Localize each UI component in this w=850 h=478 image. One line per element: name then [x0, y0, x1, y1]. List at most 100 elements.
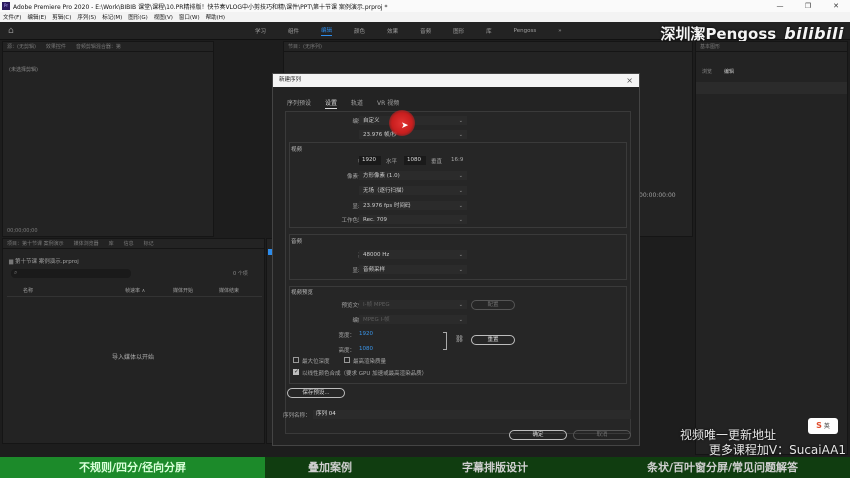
chevron-down-icon: ⌄	[458, 252, 463, 258]
display-format-dropdown[interactable]: 23.976 fps 时间码 ⌄	[359, 201, 467, 210]
linear-color-checkbox[interactable]	[293, 368, 299, 375]
folder-icon: ▆	[9, 259, 14, 265]
max-bit-depth-checkbox[interactable]	[293, 357, 299, 363]
menu-file[interactable]: 文件(F)	[3, 13, 21, 21]
tab-source[interactable]: 源：(无剪辑)	[7, 43, 36, 50]
chain-link-icon[interactable]: ⛓	[455, 335, 464, 343]
video-section-title: 视频	[291, 147, 303, 153]
bilibili-logo: bilibili	[784, 23, 844, 43]
tab-effect-controls[interactable]: 效果控件	[46, 43, 66, 50]
ok-button[interactable]: 确定	[509, 430, 567, 440]
chapter-overlay-cases[interactable]: 叠加案例	[265, 457, 395, 478]
codec-value: MPEG I-帧	[363, 317, 390, 323]
menu-edit[interactable]: 编辑(E)	[27, 13, 46, 21]
reset-button[interactable]: 重置	[471, 335, 515, 345]
tab-program[interactable]: 节目：(无序列)	[288, 43, 322, 50]
save-preset-button[interactable]: 保存预设...	[287, 388, 345, 398]
close-button[interactable]: ✕	[822, 0, 850, 12]
tab-media-browser[interactable]: 媒体浏览器	[74, 240, 99, 247]
frame-width-input[interactable]: 1920	[359, 156, 381, 165]
aspect-ratio: 16:9	[451, 157, 464, 163]
menu-marker[interactable]: 标记(M)	[102, 13, 122, 21]
tab-audio-mixer[interactable]: 音频剪辑混合器：第	[76, 43, 121, 50]
preview-format-dropdown[interactable]: I-帧 MPEG ⌄	[359, 300, 467, 309]
tab-browse[interactable]: 浏览	[702, 68, 712, 75]
preview-width-value[interactable]: 1920	[359, 331, 373, 337]
tab-info[interactable]: 信息	[124, 240, 134, 247]
col-name[interactable]: 名称	[7, 287, 125, 296]
workspace-tab-audio[interactable]: 音频	[420, 27, 431, 35]
col-media-start[interactable]: 媒体开始	[173, 287, 219, 296]
workspace-tab-effects[interactable]: 效果	[387, 27, 398, 35]
workspace-more-icon[interactable]: »	[558, 28, 561, 34]
audio-section-title: 音频	[291, 239, 303, 245]
chapter-blinds-faq[interactable]: 条状/百叶窗分屏/常见问题解答	[595, 457, 850, 478]
preview-format-value: I-帧 MPEG	[363, 302, 390, 308]
configure-button[interactable]: 配置	[471, 300, 515, 310]
preview-section-title: 视频预览	[291, 290, 314, 296]
chevron-down-icon: ⌄	[458, 217, 463, 223]
essential-graphics-panel: 基本图形 浏览 编辑	[695, 41, 848, 455]
menu-graphics[interactable]: 图形(G)	[128, 13, 148, 21]
pixel-aspect-dropdown[interactable]: 方形像素 (1.0) ⌄	[359, 171, 467, 180]
frame-height-input[interactable]: 1080	[404, 156, 426, 165]
max-render-quality-label: 最高渲染质量	[353, 359, 387, 365]
col-frame-rate[interactable]: 帧速率 ∧	[125, 287, 173, 296]
chapter-subtitle-layout[interactable]: 字幕排版设计	[395, 457, 595, 478]
menu-window[interactable]: 窗口(W)	[179, 13, 200, 21]
tab-sequence-presets[interactable]: 序列预设	[287, 98, 311, 109]
menu-help[interactable]: 帮助(H)	[206, 13, 225, 21]
tab-libraries[interactable]: 库	[109, 240, 114, 247]
tab-edit[interactable]: 编辑	[724, 68, 734, 75]
tab-vr-video[interactable]: VR 视频	[377, 98, 399, 109]
menu-view[interactable]: 视图(V)	[154, 13, 173, 21]
item-count: 0 个项	[233, 271, 248, 277]
tab-settings[interactable]: 设置	[325, 98, 338, 109]
display-format-value: 23.976 fps 时间码	[363, 203, 411, 209]
workspace-tab-libraries[interactable]: 库	[486, 27, 492, 35]
cancel-button[interactable]: 取消	[573, 430, 631, 440]
home-icon[interactable]: ⌂	[8, 26, 14, 36]
chapter-split-screen[interactable]: 不规则/四分/径向分屏	[0, 457, 265, 478]
minimize-button[interactable]: —	[766, 0, 794, 12]
codec-dropdown[interactable]: MPEG I-帧 ⌄	[359, 315, 467, 324]
audio-display-dropdown[interactable]: 音频采样 ⌄	[359, 265, 467, 274]
tab-project[interactable]: 项目：第十节课 案例演示	[7, 240, 64, 247]
chevron-down-icon: ⌄	[458, 173, 463, 179]
sequence-name-input[interactable]: 序列 04	[313, 410, 631, 419]
max-render-quality-checkbox[interactable]	[344, 357, 350, 363]
sequence-name-label: 序列名称：	[283, 413, 311, 419]
workspace-tab-learn[interactable]: 学习	[255, 27, 266, 35]
color-space-value: Rec. 709	[363, 217, 387, 223]
preview-height-value[interactable]: 1080	[359, 346, 373, 352]
promo-overlay: 视频唯一更新地址 更多课程加V：SucaiAA1	[680, 428, 846, 458]
chapter-banner: 不规则/四分/径向分屏 叠加案例 字幕排版设计 条状/百叶窗分屏/常见问题解答	[0, 457, 850, 478]
workspace-tab-assembly[interactable]: 组件	[288, 27, 299, 35]
tab-markers[interactable]: 标记	[144, 240, 154, 247]
timebase-value: 23.976 帧/秒	[363, 132, 397, 138]
chevron-down-icon: ⌄	[458, 203, 463, 209]
chevron-down-icon: ⌄	[458, 267, 463, 273]
menu-bar: 文件(F) 编辑(E) 剪辑(C) 序列(S) 标记(M) 图形(G) 视图(V…	[0, 12, 850, 22]
col-media-end[interactable]: 媒体结束	[219, 287, 239, 296]
editing-mode-value: 自定义	[363, 118, 380, 124]
color-space-dropdown[interactable]: Rec. 709 ⌄	[359, 215, 467, 224]
menu-clip[interactable]: 剪辑(C)	[52, 13, 71, 21]
mouse-pointer-icon: ➤	[401, 121, 409, 131]
workspace-tab-pengoss[interactable]: Pengoss	[514, 28, 537, 34]
project-search-input[interactable]: ⌕	[11, 269, 131, 278]
dialog-close-icon[interactable]: ×	[626, 74, 633, 87]
tab-tracks[interactable]: 轨道	[351, 98, 363, 109]
workspace-tab-color[interactable]: 颜色	[354, 27, 365, 35]
chevron-down-icon: ⌄	[458, 317, 463, 323]
timebase-dropdown[interactable]: 23.976 帧/秒 ⌄	[359, 130, 467, 139]
maximize-button[interactable]: ❐	[794, 0, 822, 12]
fields-dropdown[interactable]: 无场（逐行扫描） ⌄	[359, 186, 467, 195]
workspace-tab-graphics[interactable]: 图形	[453, 27, 464, 35]
pixel-aspect-value: 方形像素 (1.0)	[363, 173, 400, 179]
workspace-tab-editing[interactable]: 编辑	[321, 26, 333, 36]
menu-sequence[interactable]: 序列(S)	[77, 13, 96, 21]
vertical-label: 垂直	[431, 159, 443, 165]
chevron-down-icon: ⌄	[458, 132, 463, 138]
sample-rate-dropdown[interactable]: 48000 Hz ⌄	[359, 250, 467, 259]
